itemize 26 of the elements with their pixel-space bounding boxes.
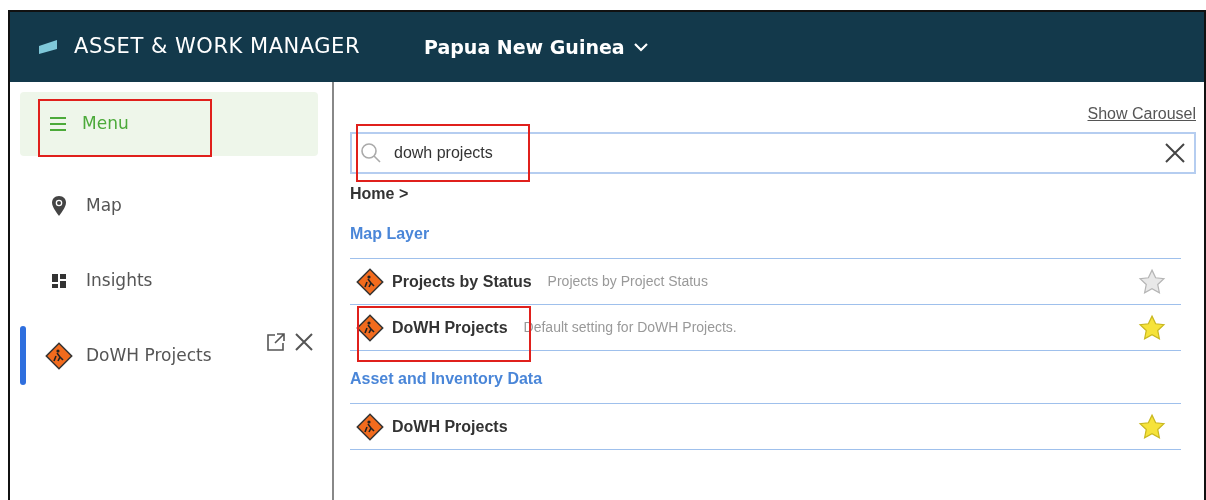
sidebar-item[interactable]: Map xyxy=(48,192,122,219)
result-row[interactable]: DoWH Projects xyxy=(350,404,1181,450)
sidebar-item[interactable]: DoWH Projects xyxy=(48,341,212,370)
menu-icon xyxy=(50,117,66,131)
search-field[interactable]: dowh projects xyxy=(350,132,1196,174)
open-external-icon[interactable] xyxy=(266,331,286,352)
show-carousel-link[interactable]: Show Carousel xyxy=(1087,102,1196,126)
logo-icon xyxy=(38,39,58,55)
close-icon[interactable] xyxy=(294,331,314,352)
section-heading: Map Layer xyxy=(350,224,431,244)
breadcrumb: Home > xyxy=(350,184,410,204)
chevron-down-icon xyxy=(632,42,649,52)
result-title: DoWH Projects xyxy=(392,416,508,437)
search-input[interactable]: dowh projects xyxy=(394,141,1152,165)
result-description: Projects by Project Status xyxy=(547,272,708,291)
clear-search-icon[interactable] xyxy=(1164,142,1186,164)
section-heading: Asset and Inventory Data xyxy=(350,369,544,389)
dashboard-icon xyxy=(52,273,66,288)
search-icon xyxy=(360,142,382,164)
map-pin-icon xyxy=(51,194,67,217)
app-title: ASSET & WORK MANAGER xyxy=(74,33,360,61)
result-title: DoWH Projects xyxy=(392,317,508,338)
result-row[interactable]: Projects by Status Projects by Project Status xyxy=(350,259,1181,305)
result-title: Projects by Status xyxy=(392,271,532,292)
region-selector[interactable]: Papua New Guinea xyxy=(424,32,649,62)
sidebar-item[interactable]: Insights xyxy=(48,267,153,294)
